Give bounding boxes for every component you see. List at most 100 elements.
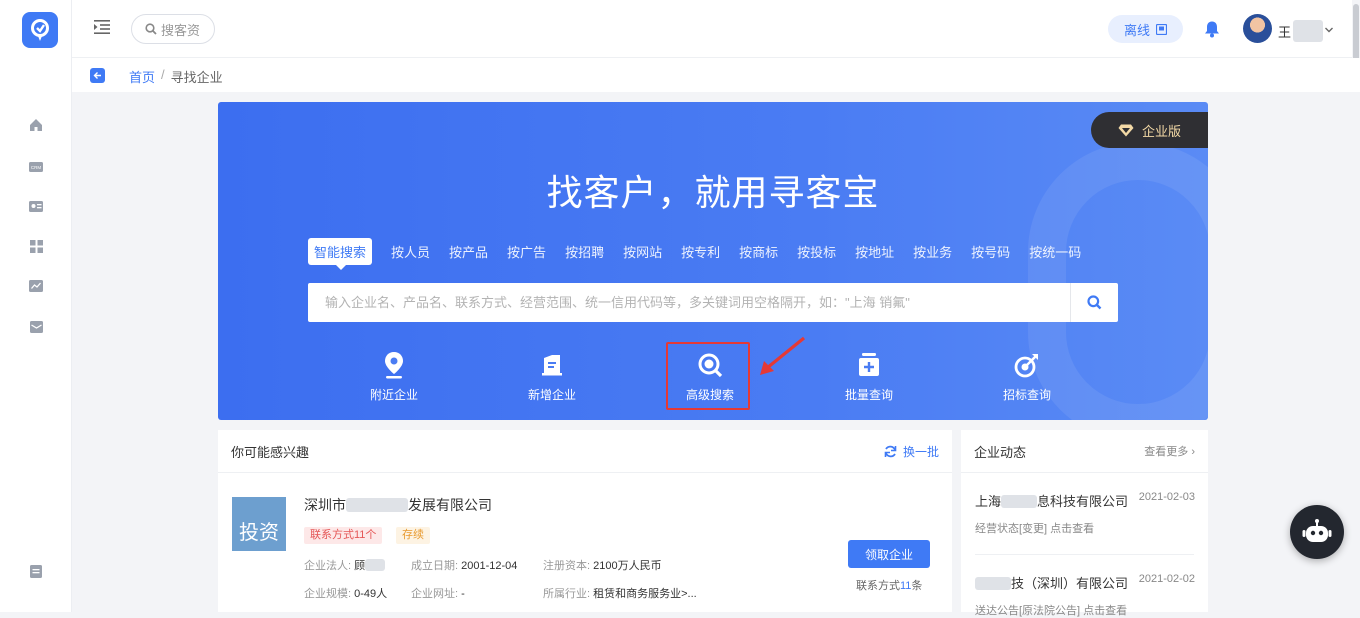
breadcrumb-separator: / [161, 67, 165, 82]
tab-by-bid[interactable]: 按投标 [797, 242, 836, 261]
menu-toggle-icon[interactable] [94, 20, 112, 38]
news-item[interactable]: 技（深圳）有限公司 2021-02-02 送达公告[原法院公告] 点击查看 [975, 573, 1195, 618]
recommend-title: 你可能感兴趣 [231, 444, 310, 460]
company-name-link[interactable]: 深圳市 发展有限公司 [304, 495, 492, 515]
home-icon[interactable] [27, 116, 45, 134]
registered-capital: 注册资本: 2100万人民币 [543, 560, 662, 572]
breadcrumb-bar: 首页 / 寻找企业 [72, 58, 1360, 92]
company-search-button[interactable] [1070, 283, 1118, 322]
news-title: 企业动态 [974, 444, 1027, 460]
status-badge: 存续 [396, 527, 430, 544]
redacted-text [365, 559, 386, 571]
diamond-icon [1118, 124, 1134, 136]
news-description: 经营状态[变更] 点击查看 [975, 523, 1095, 535]
redacted-text [346, 498, 408, 512]
scrollbar-thumb[interactable] [1353, 4, 1359, 66]
back-arrow-icon[interactable] [90, 68, 105, 83]
building-icon [502, 350, 602, 380]
redacted-text [1001, 495, 1038, 508]
advanced-search-highlight [666, 342, 750, 410]
founded-date: 成立日期: 2001-12-04 [411, 560, 518, 572]
tab-by-recruit[interactable]: 按招聘 [565, 242, 604, 261]
chart-icon[interactable] [27, 277, 45, 295]
refresh-icon [884, 445, 897, 457]
tab-by-product[interactable]: 按产品 [449, 242, 488, 261]
quick-batch-label: 批量查询 [844, 388, 893, 402]
quick-nearby-companies[interactable]: 附近企业 [344, 350, 444, 403]
legal-person: 企业法人: 顾 [304, 557, 386, 573]
redacted-text [1293, 20, 1324, 42]
company-industry: 所属行业: 租赁和商务服务业>... [543, 588, 697, 600]
tab-by-business[interactable]: 按业务 [913, 242, 952, 261]
chevron-down-icon[interactable] [1324, 22, 1334, 33]
company-logo: 投资 [232, 497, 286, 551]
breadcrumb-home-link[interactable]: 首页 [129, 67, 155, 86]
tab-by-address[interactable]: 按地址 [855, 242, 894, 261]
news-description: 送达公告[原法院公告] 点击查看 [975, 605, 1128, 617]
tab-by-ad[interactable]: 按广告 [507, 242, 546, 261]
chatbot-robot-icon[interactable] [1290, 505, 1344, 559]
contact-count-tag: 联系方式11个 [304, 527, 383, 544]
quick-bid-query[interactable]: 招标查询 [977, 350, 1077, 403]
refresh-label: 换一批 [902, 444, 939, 459]
dashboard-icon[interactable] [27, 237, 45, 255]
refresh-button[interactable]: 换一批 [884, 443, 939, 460]
company-scale: 企业规模: 0-49人 [304, 588, 388, 600]
news-company-name: 上海 [975, 494, 1002, 509]
annotation-arrow-icon [760, 336, 806, 375]
recommend-card: 你可能感兴趣 换一批 投资 深圳市 发展有限公司 联系方式11个 存续 企业法人:… [218, 430, 952, 612]
news-date: 2021-02-02 [1138, 573, 1195, 585]
view-more-link[interactable]: 查看更多 › [1144, 443, 1195, 459]
bell-icon[interactable] [1204, 20, 1220, 38]
phone-icon [1156, 23, 1167, 35]
batch-query-icon [819, 350, 919, 380]
quick-batch-query[interactable]: 批量查询 [819, 350, 919, 403]
crm-icon[interactable]: CRM [27, 158, 45, 176]
news-card-header: 企业动态 查看更多 › [961, 430, 1208, 473]
tab-by-website[interactable]: 按网站 [623, 242, 662, 261]
company-search-box [308, 283, 1118, 322]
user-avatar[interactable] [1243, 14, 1272, 43]
quick-new-label: 新增企业 [527, 388, 576, 402]
tab-smart-search[interactable]: 智能搜索 [308, 238, 373, 270]
recommend-card-header: 你可能感兴趣 换一批 [218, 430, 952, 473]
enterprise-edition-badge[interactable]: 企业版 [1091, 112, 1208, 148]
app-logo[interactable] [22, 12, 58, 48]
search-icon [1087, 295, 1102, 310]
offline-label: 离线 [1123, 22, 1150, 38]
tab-by-patent[interactable]: 按专利 [681, 242, 720, 261]
tab-by-trademark[interactable]: 按商标 [739, 242, 778, 261]
user-name[interactable]: 王 [1278, 20, 1324, 42]
tab-by-person[interactable]: 按人员 [391, 242, 430, 261]
document-icon[interactable] [27, 562, 45, 580]
divider [975, 554, 1194, 555]
location-pin-icon [344, 350, 444, 380]
news-date: 2021-02-03 [1138, 491, 1195, 503]
tab-by-credit-code[interactable]: 按统一码 [1029, 242, 1081, 261]
enterprise-edition-label: 企业版 [1141, 123, 1181, 139]
breadcrumb-current: 寻找企业 [170, 70, 223, 85]
contact-count-text: 联系方式11条 [856, 580, 923, 592]
target-icon [977, 350, 1077, 380]
news-item[interactable]: 上海 息科技有限公司 2021-02-03 经营状态[变更] 点击查看 [975, 491, 1195, 536]
global-search-input[interactable]: 搜客资 [131, 14, 215, 44]
quick-new-companies[interactable]: 新增企业 [502, 350, 602, 403]
quick-nearby-label: 附近企业 [369, 388, 418, 402]
redacted-text [975, 577, 1011, 590]
quick-bid-label: 招标查询 [1002, 388, 1051, 402]
tab-by-phone[interactable]: 按号码 [971, 242, 1010, 261]
contact-card-icon[interactable] [27, 197, 45, 215]
claim-company-button[interactable]: 领取企业 [848, 540, 930, 568]
global-search-placeholder: 搜客资 [161, 22, 201, 38]
search-icon [145, 23, 157, 35]
top-bar: 搜客资 离线 王 [72, 0, 1360, 58]
news-company-name: 技（深圳）有限公司 [1011, 576, 1129, 591]
company-news-card: 企业动态 查看更多 › 上海 息科技有限公司 2021-02-03 经营状态[变更… [961, 430, 1208, 617]
offline-status-button[interactable]: 离线 [1108, 15, 1183, 43]
search-hero-panel: 企业版 找客户，就用寻客宝 智能搜索 按人员 按产品 按广告 按招聘 按网站 按… [218, 102, 1208, 420]
hero-title: 找客户，就用寻客宝 [546, 172, 880, 213]
inbox-icon[interactable] [27, 318, 45, 336]
search-type-tabs: 智能搜索 按人员 按产品 按广告 按招聘 按网站 按专利 按商标 按投标 按地址… [308, 238, 1100, 270]
svg-text:CRM: CRM [31, 165, 41, 170]
company-search-input[interactable] [308, 283, 1070, 322]
